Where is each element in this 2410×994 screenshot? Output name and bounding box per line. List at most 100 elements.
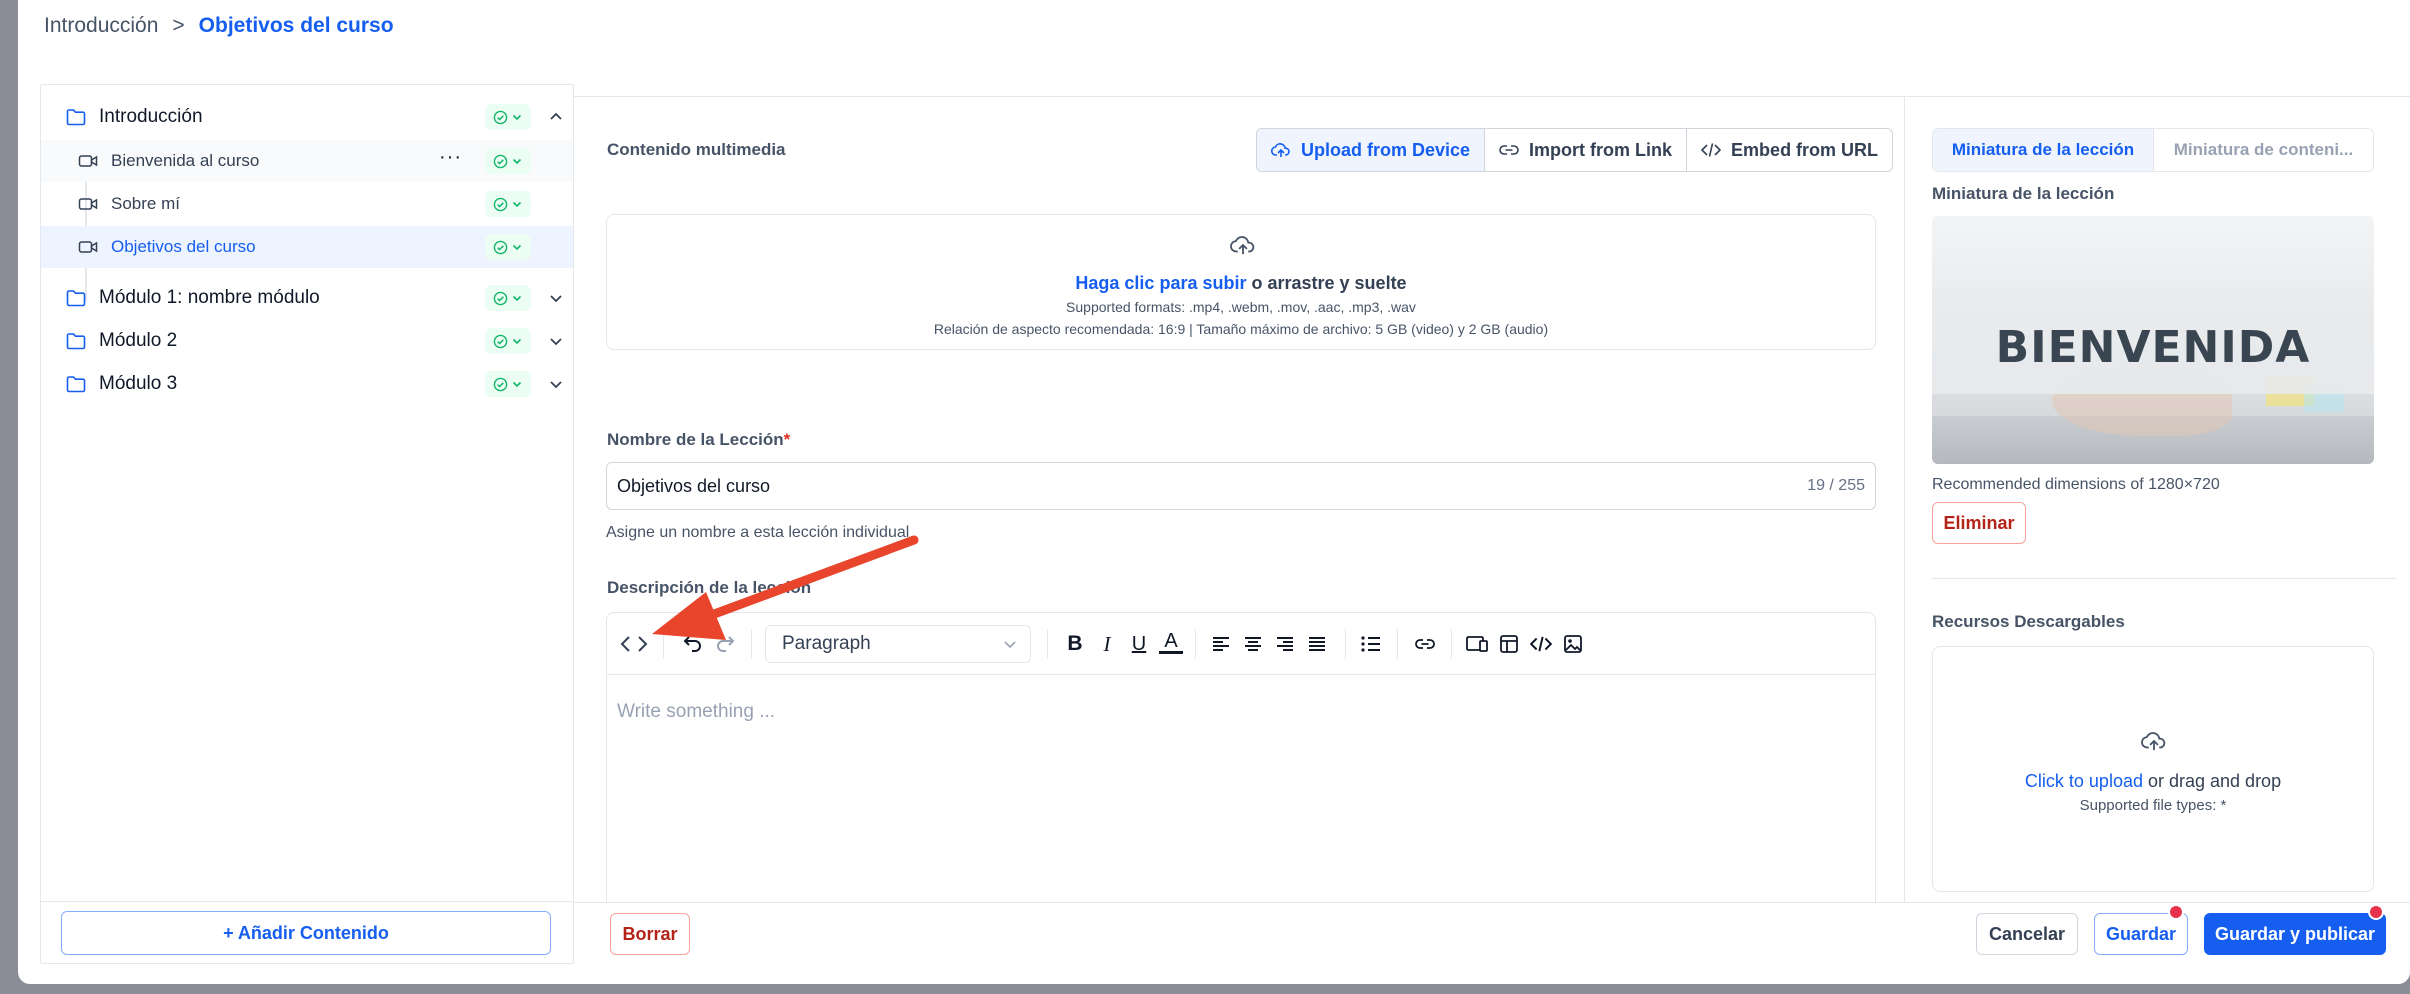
lesson-name-input[interactable]: Objetivos del curso 19 / 255: [606, 462, 1876, 510]
status-badge[interactable]: [485, 285, 531, 311]
tab-content-thumbnail[interactable]: Miniatura de conteni...: [2153, 129, 2373, 171]
add-content-button[interactable]: + Añadir Contenido: [61, 911, 551, 955]
block-type-value: Paragraph: [782, 633, 871, 654]
lesson-name-value: Objetivos del curso: [617, 475, 771, 496]
resources-dropzone[interactable]: Click to upload or drag and drop Support…: [1932, 646, 2374, 892]
check-circle-icon: [493, 110, 508, 124]
editor-toolbar: Paragraph B I U A: [607, 613, 1875, 675]
lesson-name-hint: Asigne un nombre a esta lección individu…: [606, 524, 910, 541]
code-block-icon[interactable]: [1529, 632, 1553, 656]
text-color-icon[interactable]: A: [1159, 630, 1183, 654]
chevron-down-icon: [512, 201, 522, 208]
thumbnail-label: Miniatura de la lección: [1932, 184, 2115, 203]
check-circle-icon: [493, 197, 508, 211]
resources-label: Recursos Descargables: [1932, 612, 2125, 631]
chevron-down-icon: [512, 295, 522, 302]
chevron-down-icon: [512, 244, 522, 251]
align-right-icon[interactable]: [1273, 632, 1297, 656]
drag-drop-text: or drag and drop: [2142, 771, 2282, 791]
video-icon: [77, 236, 99, 258]
image-icon[interactable]: [1561, 632, 1585, 656]
header-divider: [574, 96, 2410, 97]
chevron-down-icon: [1002, 636, 1018, 658]
embed-media-icon[interactable]: [1465, 632, 1489, 656]
bullet-list-icon[interactable]: [1359, 632, 1383, 656]
chevron-down-icon: [512, 114, 522, 121]
source-code-icon[interactable]: [619, 632, 649, 656]
italic-icon[interactable]: I: [1095, 632, 1119, 656]
tab-lesson-thumbnail[interactable]: Miniatura de la lección: [1933, 129, 2153, 171]
lesson-row-sobre-mi[interactable]: Sobre mí: [41, 183, 573, 225]
cancel-button[interactable]: Cancelar: [1976, 913, 2078, 955]
char-counter: 19 / 255: [1807, 477, 1865, 494]
block-type-select[interactable]: Paragraph: [765, 625, 1031, 663]
tab-label: Upload from Device: [1301, 139, 1471, 160]
status-badge[interactable]: [485, 191, 531, 217]
video-icon: [77, 150, 99, 172]
thumbnail-title: BIENVENIDA: [1995, 322, 2311, 373]
lesson-name-label: Nombre de la Lección*: [607, 430, 790, 450]
chevron-down-icon[interactable]: [545, 287, 567, 309]
align-center-icon[interactable]: [1241, 632, 1265, 656]
media-dropzone[interactable]: Haga clic para subir o arrastre y suelte…: [606, 214, 1876, 350]
description-label: Descripción de la lección: [607, 578, 812, 597]
toolbar-divider: [1397, 629, 1398, 659]
module-label: Módulo 3: [99, 373, 178, 394]
align-justify-icon[interactable]: [1305, 632, 1329, 656]
lesson-label: Sobre mí: [111, 194, 180, 213]
breadcrumb-current: Objetivos del curso: [198, 14, 394, 37]
folder-icon: [65, 287, 87, 309]
sidebar-footer-divider: [41, 901, 573, 902]
chevron-down-icon: [512, 381, 522, 388]
click-to-upload-link[interactable]: Haga clic para subir: [1075, 273, 1246, 293]
cloud-upload-icon: [2141, 729, 2167, 758]
module-row-introduccion[interactable]: Introducción: [41, 96, 573, 138]
lesson-row-objetivos[interactable]: Objetivos del curso: [41, 226, 573, 268]
chevron-down-icon[interactable]: [545, 330, 567, 352]
tab-embed-from-url[interactable]: Embed from URL: [1687, 129, 1893, 171]
breadcrumb-parent[interactable]: Introducción: [44, 14, 158, 38]
tab-import-from-link[interactable]: Import from Link: [1485, 129, 1688, 171]
editor-placeholder[interactable]: Write something ...: [617, 701, 775, 723]
module-row-modulo-3[interactable]: Módulo 3: [41, 363, 573, 405]
lesson-row-bienvenida[interactable]: Bienvenida al curso ···: [41, 140, 573, 182]
redo-icon[interactable]: [713, 632, 737, 656]
toolbar-divider: [663, 629, 664, 659]
undo-icon[interactable]: [681, 632, 705, 656]
folder-icon: [65, 106, 87, 128]
delete-button[interactable]: Borrar: [610, 913, 690, 955]
underline-icon[interactable]: U: [1127, 632, 1151, 656]
folder-icon: [65, 373, 87, 395]
save-publish-button[interactable]: Guardar y publicar: [2204, 913, 2386, 955]
check-circle-icon: [493, 154, 508, 168]
more-options-icon[interactable]: ···: [439, 146, 462, 169]
status-badge[interactable]: [485, 328, 531, 354]
chevron-up-icon[interactable]: [545, 106, 567, 128]
toolbar-divider: [751, 629, 752, 659]
module-row-modulo-2[interactable]: Módulo 2: [41, 320, 573, 362]
link-icon[interactable]: [1413, 632, 1437, 656]
status-badge[interactable]: [485, 148, 531, 174]
check-circle-icon: [493, 377, 508, 391]
media-source-tabs: Upload from Device Import from Link Embe…: [1256, 128, 1894, 172]
module-row-modulo-1[interactable]: Módulo 1: nombre módulo: [41, 277, 573, 319]
breadcrumb-separator: >: [172, 14, 185, 37]
status-badge[interactable]: [485, 234, 531, 260]
status-badge[interactable]: [485, 104, 531, 130]
status-badge[interactable]: [485, 371, 531, 397]
tab-upload-from-device[interactable]: Upload from Device: [1257, 129, 1486, 171]
resources-file-types: Supported file types: *: [2079, 797, 2227, 814]
lesson-label: Bienvenida al curso: [111, 151, 260, 170]
lesson-thumbnail-image: BIENVENIDA: [1932, 216, 2374, 464]
module-label: Introducción: [99, 106, 203, 127]
toolbar-divider: [1047, 629, 1048, 659]
bold-icon[interactable]: B: [1063, 632, 1087, 656]
notification-dot: [2168, 904, 2184, 920]
align-left-icon[interactable]: [1209, 632, 1233, 656]
click-to-upload-link[interactable]: Click to upload: [2025, 771, 2143, 791]
chevron-down-icon[interactable]: [545, 373, 567, 395]
table-icon[interactable]: [1497, 632, 1521, 656]
link-icon: [1499, 145, 1519, 155]
cloud-upload-icon: [1271, 143, 1290, 157]
remove-thumbnail-button[interactable]: Eliminar: [1932, 502, 2026, 544]
